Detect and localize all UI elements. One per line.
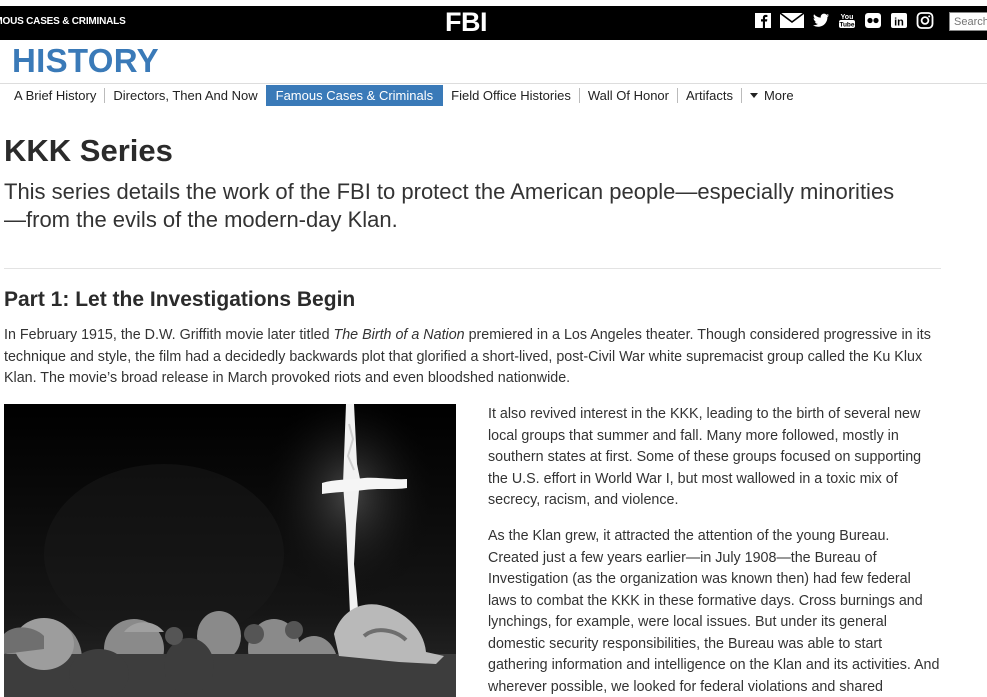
youtube-icon[interactable]: You Tube [838,12,856,29]
breadcrumb-famous-cases[interactable]: FAMOUS CASES & CRIMINALS [0,16,126,27]
search-input[interactable] [949,12,987,31]
body-paragraph: It also revived interest in the KKK, lea… [488,406,922,508]
nav-item-famous-cases[interactable]: Famous Cases & Criminals [265,85,444,106]
film-title: The Birth of a Nation [333,327,465,343]
svg-text:Tube: Tube [839,22,854,29]
section-heading: Part 1: Let the Investigations Begin [4,288,356,311]
nav-item-brief-history[interactable]: A Brief History [6,85,104,106]
nav-item-more[interactable]: More [742,85,802,106]
svg-text:You: You [841,14,854,21]
top-strip [0,0,987,6]
nav-item-wall-of-honor[interactable]: Wall Of Honor [580,85,677,106]
nav-more-label: More [763,88,794,103]
intro-paragraph: In February 1915, the D.W. Griffith movi… [4,325,944,390]
history-subnav: A Brief History Directors, Then And Now … [6,85,802,106]
caret-down-icon [749,93,758,98]
email-icon[interactable] [780,12,804,29]
page-subtitle: This series details the work of the FBI … [4,179,895,232]
flickr-icon[interactable] [864,12,882,29]
nav-item-directors[interactable]: Directors, Then And Now [105,85,265,106]
body-paragraph: As the Klan grew, it attracted the atten… [488,528,940,695]
photo-illustration [4,404,456,697]
intro-text-start: In February 1915, the D.W. Griffith movi… [4,327,334,343]
header-divider [0,83,987,84]
fbi-logo[interactable]: FBI [445,8,488,36]
section-title[interactable]: HISTORY [12,42,159,80]
cross-burning-photo [4,404,456,697]
facebook-icon[interactable] [754,12,772,29]
svg-text:in: in [894,17,904,29]
content-divider [4,268,941,269]
instagram-icon[interactable] [916,12,934,29]
linkedin-icon[interactable]: in [890,12,908,29]
top-bar: FAMOUS CASES & CRIMINALS FBI You Tube in [0,0,987,40]
social-links: You Tube in [754,12,942,29]
page-title: KKK Series [4,133,173,168]
nav-item-field-office-histories[interactable]: Field Office Histories [443,85,579,106]
nav-item-artifacts[interactable]: Artifacts [678,85,741,106]
twitter-icon[interactable] [812,12,830,29]
